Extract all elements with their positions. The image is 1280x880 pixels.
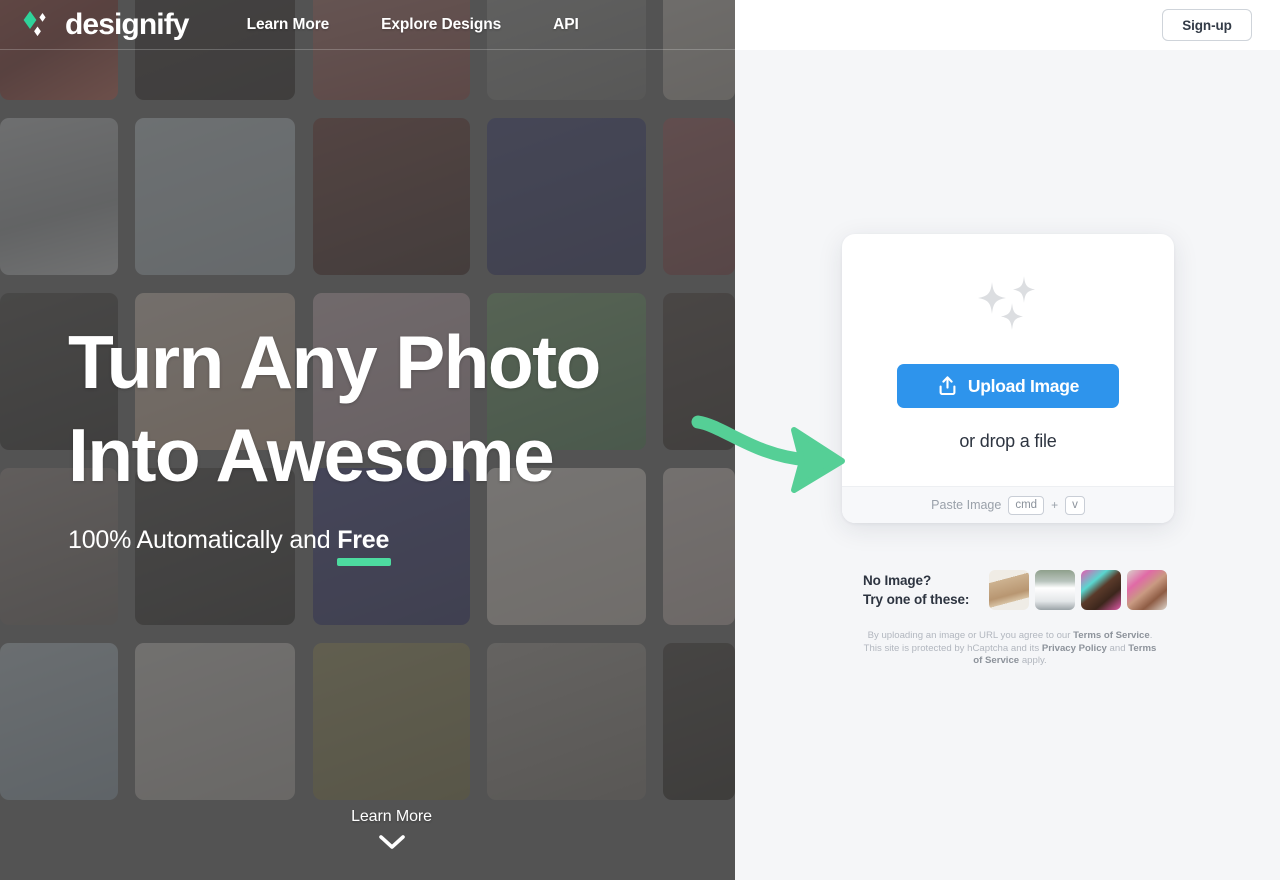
hero-panel: Turn Any Photo Into Awesome 100% Automat…: [0, 0, 735, 880]
legal-privacy-link[interactable]: Privacy Policy: [1042, 643, 1107, 654]
upload-card-body: Upload Image or drop a file: [842, 234, 1174, 486]
upload-panel: Sign-up Upload Image or drop a file Past…: [735, 0, 1280, 880]
drop-file-hint: or drop a file: [959, 431, 1057, 451]
sample-thumb-woman-portrait[interactable]: [1127, 570, 1168, 610]
legal-line2-c: and: [1106, 642, 1129, 654]
panel-header: Sign-up: [735, 0, 1280, 50]
sample-images-label: No Image? Try one of these:: [863, 573, 970, 607]
nav-links: Learn More Explore Designs API: [247, 16, 579, 34]
legal-disclaimer: By uploading an image or URL you agree t…: [860, 630, 1160, 668]
brand-logo[interactable]: designify: [18, 8, 189, 42]
page-root: Turn Any Photo Into Awesome 100% Automat…: [0, 0, 1280, 880]
legal-line2-e: apply.: [1019, 655, 1047, 666]
sample-thumb-cylinder-product[interactable]: [989, 570, 1030, 610]
hero-learn-more-label: Learn More: [351, 808, 432, 825]
sparkles-icon: [978, 276, 1035, 330]
nav-link-explore-designs[interactable]: Explore Designs: [381, 16, 501, 34]
hero-copy-block: Turn Any Photo Into Awesome 100% Automat…: [68, 316, 708, 566]
hero-subtitle-prefix: 100% Automatically and: [68, 526, 338, 554]
sample-thumb-man-portrait[interactable]: [1081, 570, 1122, 610]
brand-name: designify: [65, 7, 189, 41]
key-plus: +: [1051, 498, 1059, 512]
key-cmd: cmd: [1008, 495, 1045, 515]
sample-thumb-white-car[interactable]: [1035, 570, 1076, 610]
page-title: Turn Any Photo Into Awesome: [68, 320, 601, 497]
legal-line2-a: protected by hCaptcha and its: [911, 642, 1042, 654]
top-navigation-bar: designify Learn More Explore Designs API: [0, 0, 735, 50]
paste-image-label: Paste Image: [931, 498, 1002, 512]
legal-terms-link-1[interactable]: Terms of Service: [1073, 630, 1150, 641]
upload-image-label: Upload Image: [967, 375, 1080, 396]
sample-images-section: No Image? Try one of these:: [863, 570, 1168, 610]
paste-image-footer: Paste Image cmd + v: [842, 486, 1174, 523]
hero-learn-more-button[interactable]: Learn More: [313, 808, 470, 850]
nav-link-learn-more[interactable]: Learn More: [247, 16, 330, 34]
upload-icon: [939, 376, 956, 396]
sparkle-diamond-logo-icon: [18, 9, 54, 41]
legal-line1-a: By uploading an image or URL you agree t…: [867, 630, 1074, 641]
chevron-down-icon: [378, 835, 405, 849]
hero-subtitle: 100% Automatically and Free: [68, 526, 708, 566]
hero-subtitle-accent: Free: [337, 526, 392, 566]
key-v: v: [1065, 495, 1085, 515]
upload-card[interactable]: Upload Image or drop a file Paste Image …: [842, 234, 1174, 523]
nav-link-api[interactable]: API: [553, 16, 579, 34]
signup-button[interactable]: Sign-up: [1162, 9, 1252, 41]
upload-image-button[interactable]: Upload Image: [897, 364, 1119, 408]
